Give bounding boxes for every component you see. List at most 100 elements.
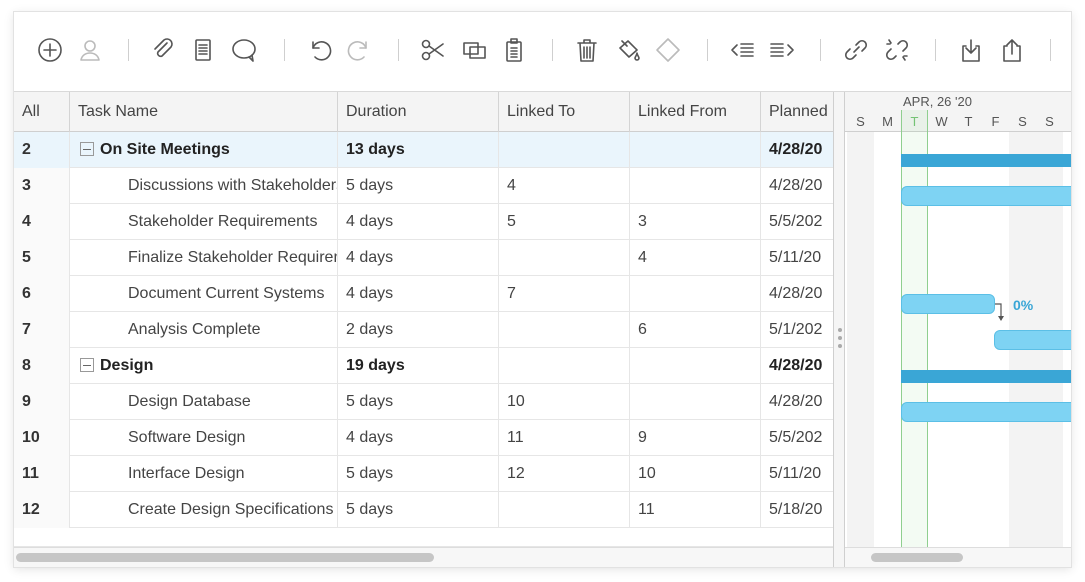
linked-from-cell[interactable] — [630, 168, 761, 204]
gantt-task-bar[interactable] — [994, 330, 1071, 350]
redo-icon[interactable] — [344, 34, 376, 66]
table-row[interactable]: 11 Interface Design 5 days 12 10 5/11/20 — [14, 456, 834, 492]
duration-cell[interactable]: 4 days — [338, 204, 499, 240]
duration-cell[interactable]: 4 days — [338, 240, 499, 276]
duration-cell[interactable]: 5 days — [338, 168, 499, 204]
table-row[interactable]: 3 Discussions with Stakeholders 5 days 4… — [14, 168, 834, 204]
linked-from-cell[interactable] — [630, 384, 761, 420]
task-name-cell[interactable]: Stakeholder Requirements — [70, 204, 338, 240]
planned-cell[interactable]: 5/1/202 — [761, 312, 834, 348]
table-row[interactable]: 5 Finalize Stakeholder Requirements 4 da… — [14, 240, 834, 276]
linked-to-cell[interactable] — [499, 240, 630, 276]
duration-cell[interactable]: 2 days — [338, 312, 499, 348]
gantt-task-bar[interactable] — [901, 402, 1071, 422]
column-header-task-name[interactable]: Task Name — [70, 92, 338, 132]
linked-to-cell[interactable] — [499, 492, 630, 528]
linked-from-cell[interactable]: 6 — [630, 312, 761, 348]
pane-splitter[interactable] — [833, 92, 845, 567]
duration-cell[interactable]: 5 days — [338, 384, 499, 420]
task-name-cell[interactable]: Analysis Complete — [70, 312, 338, 348]
grid-scrollbar-thumb[interactable] — [16, 553, 434, 562]
task-name-cell[interactable]: Finalize Stakeholder Requirements — [70, 240, 338, 276]
linked-from-cell[interactable]: 10 — [630, 456, 761, 492]
column-header-all[interactable]: All — [14, 92, 70, 132]
linked-to-cell[interactable]: 11 — [499, 420, 630, 456]
table-row[interactable]: 4 Stakeholder Requirements 4 days 5 3 5/… — [14, 204, 834, 240]
collapse-toggle-icon[interactable] — [80, 142, 94, 156]
gantt-scrollbar-thumb[interactable] — [871, 553, 963, 562]
task-name-cell[interactable]: On Site Meetings — [70, 132, 338, 168]
linked-from-cell[interactable] — [630, 132, 761, 168]
linked-from-cell[interactable]: 11 — [630, 492, 761, 528]
collapse-toggle-icon[interactable] — [80, 358, 94, 372]
planned-cell[interactable]: 5/11/20 — [761, 456, 834, 492]
delete-icon[interactable] — [571, 34, 603, 66]
linked-to-cell[interactable]: 7 — [499, 276, 630, 312]
planned-cell[interactable]: 4/28/20 — [761, 276, 834, 312]
duration-cell[interactable]: 13 days — [338, 132, 499, 168]
linked-from-cell[interactable] — [630, 276, 761, 312]
linked-to-cell[interactable] — [499, 312, 630, 348]
linked-from-cell[interactable]: 9 — [630, 420, 761, 456]
column-header-duration[interactable]: Duration — [338, 92, 499, 132]
table-row[interactable]: 7 Analysis Complete 2 days 6 5/1/202 — [14, 312, 834, 348]
import-icon[interactable] — [955, 34, 987, 66]
task-name-cell[interactable]: Software Design — [70, 420, 338, 456]
clear-format-icon[interactable] — [652, 34, 684, 66]
comment-icon[interactable] — [228, 34, 260, 66]
linked-to-cell[interactable]: 10 — [499, 384, 630, 420]
gantt-summary-bar[interactable] — [901, 154, 1071, 167]
linked-to-cell[interactable]: 5 — [499, 204, 630, 240]
task-name-cell[interactable]: Design — [70, 348, 338, 384]
table-row[interactable]: 9 Design Database 5 days 10 4/28/20 — [14, 384, 834, 420]
task-name-cell[interactable]: Document Current Systems — [70, 276, 338, 312]
gantt-task-bar[interactable] — [901, 294, 995, 314]
grid-horizontal-scrollbar[interactable] — [14, 547, 834, 567]
table-row[interactable]: 6 Document Current Systems 4 days 7 4/28… — [14, 276, 834, 312]
link-icon[interactable] — [840, 34, 872, 66]
linked-from-cell[interactable] — [630, 348, 761, 384]
planned-cell[interactable]: 5/5/202 — [761, 420, 834, 456]
table-row[interactable]: 2 On Site Meetings 13 days 4/28/20 — [14, 132, 834, 168]
paste-icon[interactable] — [498, 34, 530, 66]
column-header-linked-to[interactable]: Linked To — [499, 92, 630, 132]
unlink-icon[interactable] — [881, 34, 913, 66]
linked-to-cell[interactable]: 12 — [499, 456, 630, 492]
task-name-cell[interactable]: Interface Design — [70, 456, 338, 492]
export-icon[interactable] — [996, 34, 1028, 66]
planned-cell[interactable]: 5/5/202 — [761, 204, 834, 240]
indent-icon[interactable] — [766, 34, 798, 66]
gantt-horizontal-scrollbar[interactable] — [845, 547, 1071, 567]
task-name-cell[interactable]: Discussions with Stakeholders — [70, 168, 338, 204]
planned-cell[interactable]: 4/28/20 — [761, 348, 834, 384]
add-icon[interactable] — [34, 34, 66, 66]
gantt-task-bar[interactable] — [901, 186, 1071, 206]
table-row[interactable] — [14, 528, 834, 547]
undo-icon[interactable] — [303, 34, 335, 66]
fill-color-icon[interactable] — [612, 34, 644, 66]
task-name-cell[interactable]: Design Database — [70, 384, 338, 420]
linked-to-cell[interactable] — [499, 132, 630, 168]
planned-cell[interactable]: 4/28/20 — [761, 132, 834, 168]
user-icon[interactable] — [74, 34, 106, 66]
duration-cell[interactable]: 5 days — [338, 456, 499, 492]
column-header-linked-from[interactable]: Linked From — [630, 92, 761, 132]
planned-cell[interactable]: 5/18/20 — [761, 492, 834, 528]
gantt-summary-bar[interactable] — [901, 370, 1071, 383]
planned-cell[interactable]: 4/28/20 — [761, 168, 834, 204]
attachment-icon[interactable] — [147, 34, 179, 66]
duration-cell[interactable]: 4 days — [338, 420, 499, 456]
table-row[interactable]: 12 Create Design Specifications 5 days 1… — [14, 492, 834, 528]
outdent-icon[interactable] — [726, 34, 758, 66]
duration-cell[interactable]: 4 days — [338, 276, 499, 312]
linked-from-cell[interactable]: 4 — [630, 240, 761, 276]
table-row[interactable]: 10 Software Design 4 days 11 9 5/5/202 — [14, 420, 834, 456]
column-header-planned[interactable]: Planned — [761, 92, 834, 132]
linked-to-cell[interactable]: 4 — [499, 168, 630, 204]
notes-icon[interactable] — [187, 34, 219, 66]
linked-from-cell[interactable]: 3 — [630, 204, 761, 240]
cut-icon[interactable] — [417, 34, 449, 66]
copy-icon[interactable] — [458, 34, 490, 66]
planned-cell[interactable]: 4/28/20 — [761, 384, 834, 420]
duration-cell[interactable]: 5 days — [338, 492, 499, 528]
